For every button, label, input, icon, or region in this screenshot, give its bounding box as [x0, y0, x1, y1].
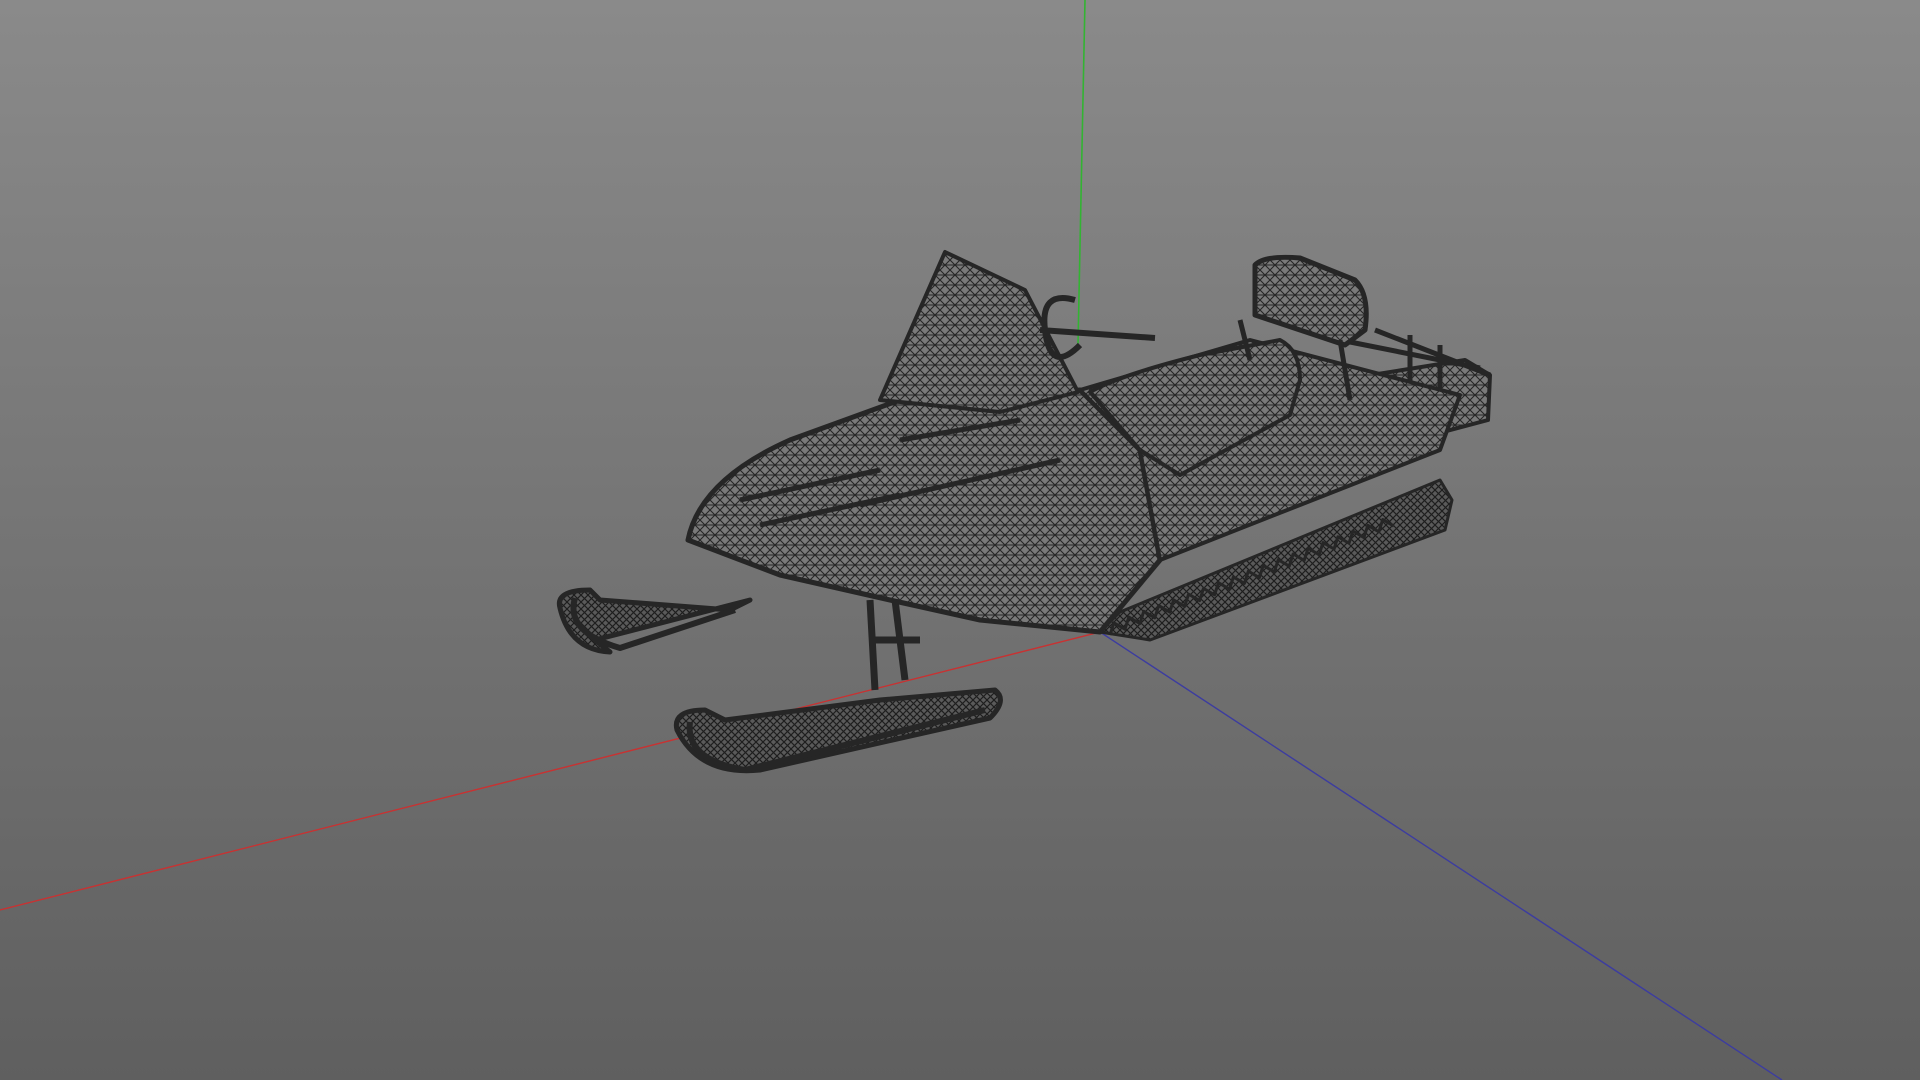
right-ski[interactable]: [673, 687, 1003, 774]
y-axis-line: [1077, 0, 1086, 346]
snowmobile-wireframe-model[interactable]: [556, 250, 1492, 774]
left-ski[interactable]: [556, 587, 753, 655]
x-axis-line: [0, 631, 1101, 911]
z-axis-line: [1099, 631, 1783, 1080]
3d-viewport[interactable]: [0, 0, 1920, 1080]
front-suspension: [866, 599, 920, 691]
backrest[interactable]: [1252, 254, 1369, 348]
body-hood[interactable]: [685, 387, 1163, 635]
viewport-scene[interactable]: [0, 0, 1920, 1080]
